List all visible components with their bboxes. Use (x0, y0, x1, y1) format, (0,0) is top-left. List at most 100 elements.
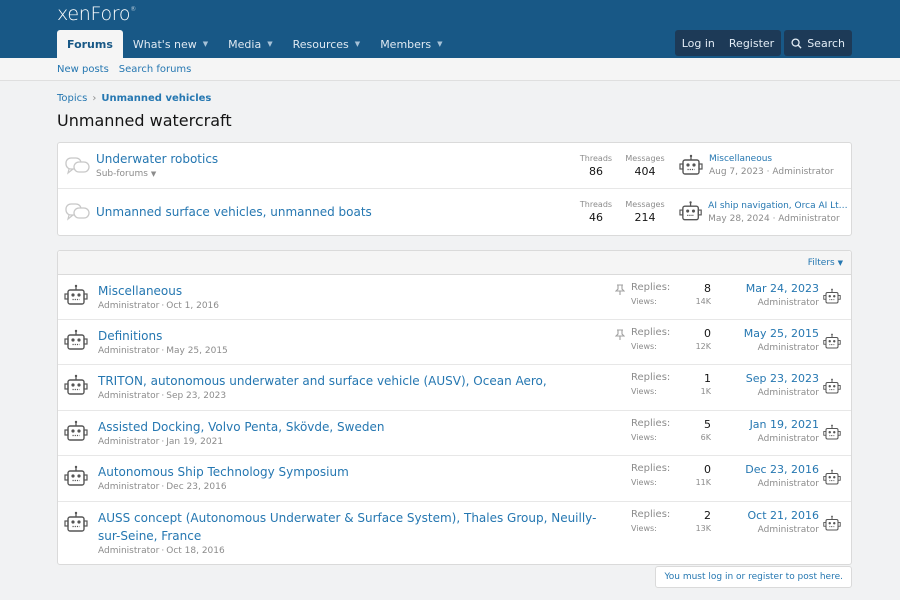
robot-avatar-icon[interactable] (823, 288, 841, 306)
last-poster-avatar[interactable] (823, 463, 851, 490)
thread-author[interactable]: Administrator (98, 346, 159, 356)
thread-author[interactable]: Administrator (98, 301, 159, 311)
chevron-down-icon[interactable]: ▼ (355, 40, 360, 48)
thread-title[interactable]: Autonomous Ship Technology Symposium (98, 463, 607, 481)
last-post-user[interactable]: Administrator (711, 434, 819, 444)
last-post-user[interactable]: Administrator (711, 479, 819, 489)
new-posts-link[interactable]: New posts (57, 64, 109, 75)
thread-start-date[interactable]: Oct 1, 2016 (166, 301, 219, 311)
robot-avatar-icon[interactable] (64, 284, 88, 308)
thread-start-date[interactable]: May 25, 2015 (166, 346, 228, 356)
filters-button[interactable]: Filters ▼ (808, 258, 843, 268)
last-post-date[interactable]: May 25, 2015 (711, 327, 819, 340)
robot-avatar-icon[interactable] (823, 469, 841, 487)
last-post-date[interactable]: Jan 19, 2021 (711, 418, 819, 431)
site-logo[interactable]: xenForo® (57, 3, 136, 25)
robot-avatar-icon[interactable] (823, 515, 841, 533)
last-poster-avatar[interactable] (823, 418, 851, 445)
tab-media[interactable]: Media ▼ (218, 30, 282, 58)
stat-label: Messages (625, 153, 665, 163)
robot-avatar-icon[interactable] (823, 424, 841, 442)
last-post-date[interactable]: Sep 23, 2023 (711, 372, 819, 385)
last-post-user[interactable]: Administrator (711, 298, 819, 308)
thread-meta: Administrator · Oct 1, 2016 (98, 301, 607, 311)
last-post-user[interactable]: Administrator (711, 525, 819, 535)
thread-start-date[interactable]: Sep 23, 2023 (166, 391, 226, 401)
thread-start-date[interactable]: Oct 18, 2016 (166, 546, 225, 556)
thread-title[interactable]: TRITON, autonomous underwater and surfac… (98, 372, 607, 390)
latest-post-user[interactable]: Administrator (772, 167, 833, 177)
robot-avatar-icon[interactable] (64, 374, 88, 398)
replies-label: Replies: (631, 509, 671, 520)
thread-author[interactable]: Administrator (98, 482, 159, 492)
views-count: 12K (695, 342, 711, 351)
latest-post-date[interactable]: May 28, 2024 (708, 214, 770, 224)
thread-title[interactable]: AUSS concept (Autonomous Underwater & Su… (98, 509, 607, 545)
subforums-menu[interactable]: Sub-forums ▼ (96, 169, 573, 179)
chevron-down-icon[interactable]: ▼ (267, 40, 272, 48)
thread-author[interactable]: Administrator (98, 437, 159, 447)
main-nav: Forums What's new ▼ Media ▼ Resources ▼ Mem… (0, 28, 900, 58)
robot-avatar-icon[interactable] (679, 200, 702, 224)
thread-author[interactable]: Administrator (98, 391, 159, 401)
thread-author-avatar[interactable] (58, 509, 98, 538)
latest-post-date[interactable]: Aug 7, 2023 (709, 167, 764, 177)
robot-avatar-icon[interactable] (823, 378, 841, 396)
thread-title[interactable]: Assisted Docking, Volvo Penta, Skövde, S… (98, 418, 607, 436)
views-label: Views: (631, 478, 657, 487)
last-poster-avatar[interactable] (823, 372, 851, 399)
thread-author-avatar[interactable] (58, 463, 98, 492)
last-post-date[interactable]: Dec 23, 2016 (711, 463, 819, 476)
robot-avatar-icon[interactable] (64, 511, 88, 535)
last-post-user[interactable]: Administrator (711, 343, 819, 353)
pin-icon (614, 329, 626, 340)
subforum-title[interactable]: Unmanned surface vehicles, unmanned boat… (96, 205, 573, 219)
last-poster-avatar[interactable] (823, 282, 851, 309)
thread-author-avatar[interactable] (58, 372, 98, 401)
thread-title[interactable]: Definitions (98, 327, 607, 345)
robot-avatar-icon[interactable] (823, 333, 841, 351)
meta-separator: · (161, 301, 165, 311)
robot-avatar-icon[interactable] (64, 420, 88, 444)
thread-title[interactable]: Miscellaneous (98, 282, 607, 300)
views-row: Views: 12K (631, 342, 711, 351)
views-count: 6K (700, 433, 711, 442)
tab-forums[interactable]: Forums (57, 30, 123, 58)
robot-avatar-icon[interactable] (64, 329, 88, 353)
thread-start-date[interactable]: Dec 23, 2016 (166, 482, 226, 492)
robot-avatar-icon[interactable] (679, 154, 703, 178)
breadcrumb-item[interactable]: Unmanned vehicles (101, 93, 211, 104)
last-post-date[interactable]: Oct 21, 2016 (711, 509, 820, 522)
last-post-date[interactable]: Mar 24, 2023 (711, 282, 819, 295)
subforum-title[interactable]: Underwater robotics (96, 152, 573, 166)
latest-post-title[interactable]: Miscellaneous (709, 154, 834, 164)
search-forums-link[interactable]: Search forums (119, 64, 192, 75)
tab-whats-new[interactable]: What's new ▼ (123, 30, 218, 58)
chevron-down-icon[interactable]: ▼ (437, 40, 442, 48)
login-button[interactable]: Log in (675, 30, 722, 56)
latest-post-title[interactable]: AI ship navigation, Orca AI Ltd., Tel ..… (708, 201, 851, 211)
breadcrumb-item[interactable]: Topics (57, 93, 87, 104)
views-row: Views: 11K (631, 478, 711, 487)
login-notice[interactable]: You must log in or register to post here… (655, 566, 852, 588)
chevron-down-icon[interactable]: ▼ (203, 40, 208, 48)
last-poster-avatar[interactable] (823, 509, 851, 536)
tab-members[interactable]: Members ▼ (370, 30, 452, 58)
chat-bubbles-icon (60, 202, 96, 222)
thread-main: Assisted Docking, Volvo Penta, Skövde, S… (98, 418, 615, 447)
search-button[interactable]: Search (784, 30, 852, 56)
meta-separator: · (161, 437, 165, 447)
robot-avatar-icon[interactable] (64, 465, 88, 489)
thread-author[interactable]: Administrator (98, 546, 159, 556)
latest-post-user[interactable]: Administrator (778, 214, 839, 224)
last-post-user[interactable]: Administrator (711, 388, 819, 398)
views-label: Views: (631, 524, 657, 533)
thread-start-date[interactable]: Jan 19, 2021 (166, 437, 223, 447)
register-button[interactable]: Register (722, 30, 781, 56)
last-poster-avatar[interactable] (823, 327, 851, 354)
thread-author-avatar[interactable] (58, 282, 98, 311)
thread-author-avatar[interactable] (58, 418, 98, 447)
thread-author-avatar[interactable] (58, 327, 98, 356)
tab-resources[interactable]: Resources ▼ (283, 30, 371, 58)
thread-counts: Replies: 8 Views: 14K (631, 282, 711, 306)
